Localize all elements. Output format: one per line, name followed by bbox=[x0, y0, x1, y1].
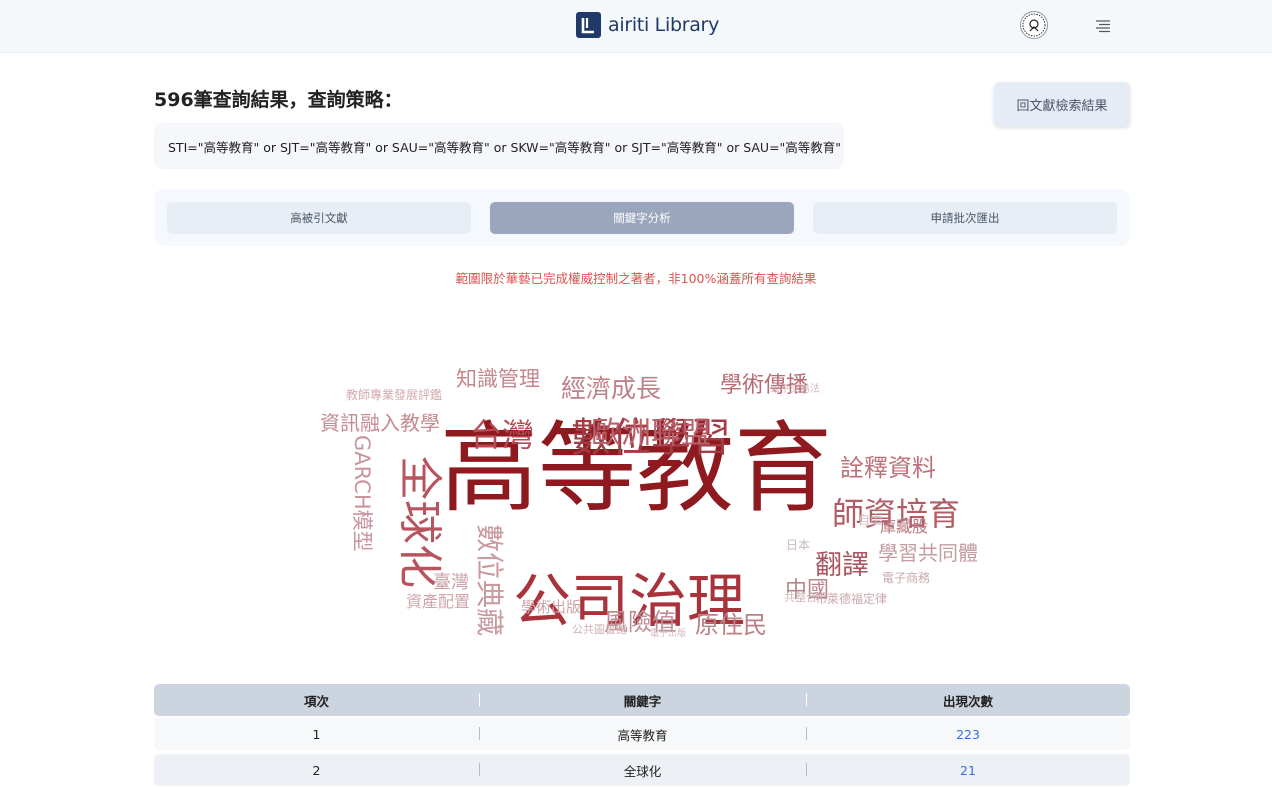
word-cloud-word[interactable]: 庫藏股 bbox=[880, 517, 928, 536]
row-count-link[interactable]: 21 bbox=[806, 763, 1130, 778]
word-cloud-word[interactable]: 數位典藏 bbox=[473, 524, 506, 636]
back-to-results-button[interactable]: 回文獻檢索結果 bbox=[994, 82, 1130, 126]
word-cloud-word[interactable]: 共整合 bbox=[784, 590, 817, 604]
word-cloud-word[interactable]: 資產配置 bbox=[406, 592, 470, 611]
word-cloud-word[interactable]: 台灣 bbox=[470, 416, 534, 454]
keyword-table: 項次 關鍵字 出現次數 1 高等教育 223 2 全球化 21 bbox=[154, 684, 1130, 786]
row-keyword: 高等教育 bbox=[479, 725, 806, 744]
word-cloud-word[interactable]: 學術出版 bbox=[521, 598, 581, 616]
word-cloud-word[interactable]: 翻譯 bbox=[815, 550, 869, 581]
library-book-icon bbox=[576, 12, 601, 38]
table-row: 2 全球化 21 bbox=[154, 754, 1130, 786]
search-strategy-text: STI="高等教育" or SJT="高等教育" or SAU="高等教育" o… bbox=[168, 139, 842, 155]
header-count: 出現次數 bbox=[806, 691, 1130, 710]
row-count-link[interactable]: 223 bbox=[806, 727, 1130, 742]
search-strategy-box: STI="高等教育" or SJT="高等教育" or SAU="高等教育" o… bbox=[154, 123, 844, 169]
word-cloud-word[interactable]: 全球化 bbox=[394, 456, 445, 588]
word-cloud-word[interactable]: 教師專業發展評鑑 bbox=[346, 387, 442, 402]
word-cloud-word[interactable]: 歐洲聯盟 bbox=[591, 416, 711, 451]
table-header: 項次 關鍵字 出現次數 bbox=[154, 684, 1130, 716]
word-cloud-word[interactable]: GARCH模型 bbox=[350, 435, 374, 552]
seal-avatar-icon[interactable] bbox=[1020, 11, 1048, 39]
word-cloud-word[interactable]: 公平交易法 bbox=[770, 382, 820, 395]
word-cloud-word[interactable]: 資訊融入教學 bbox=[320, 411, 440, 435]
function-tabs: 高被引文獻 關鍵字分析 申請批次匯出 bbox=[154, 189, 1130, 246]
coverage-notice: 範圍限於華藝已完成權威控制之著者，非100%涵蓋所有查詢結果 bbox=[455, 271, 817, 286]
logo-text: airiti Library bbox=[608, 14, 720, 36]
word-cloud-word[interactable]: 經濟成長 bbox=[561, 374, 661, 403]
tab-batch-export[interactable]: 申請批次匯出 bbox=[813, 202, 1117, 234]
word-cloud-word[interactable]: 電子商務 bbox=[882, 570, 930, 585]
word-cloud-word[interactable]: 詮釋資料 bbox=[840, 454, 936, 482]
airiti-library-logo[interactable]: airiti Library bbox=[576, 11, 719, 39]
keyword-word-cloud: 高等教育公司治理數位學習全球化台灣 歐洲聯盟經濟成長 學術傳播知識管理資訊融入教學詮… bbox=[320, 367, 978, 639]
word-cloud-word[interactable]: 電子出版 bbox=[650, 627, 686, 639]
word-cloud-word[interactable]: 知識管理 bbox=[456, 367, 540, 391]
word-cloud-word[interactable]: 日本 bbox=[786, 538, 810, 552]
seal-emblem-icon bbox=[1022, 13, 1046, 37]
row-keyword: 全球化 bbox=[479, 761, 806, 780]
header-index: 項次 bbox=[303, 693, 329, 709]
header-keyword: 關鍵字 bbox=[479, 691, 806, 710]
tab-highly-cited[interactable]: 高被引文獻 bbox=[167, 202, 471, 234]
result-count-title: 596筆查詢結果，查詢策略： bbox=[154, 89, 403, 111]
row-index: 2 bbox=[312, 762, 321, 778]
hamburger-menu-icon[interactable] bbox=[1095, 18, 1111, 34]
word-cloud-word[interactable]: 自由 bbox=[858, 513, 882, 527]
tab-keyword-analysis[interactable]: 關鍵字分析 bbox=[490, 202, 794, 234]
word-cloud-word[interactable]: 臺灣 bbox=[433, 572, 469, 593]
word-cloud-word[interactable]: 布萊德福定律 bbox=[815, 591, 887, 606]
row-index: 1 bbox=[312, 726, 321, 742]
top-header: airiti Library bbox=[0, 0, 1272, 53]
word-cloud-word[interactable]: 公共圖書館 bbox=[572, 622, 627, 636]
table-row: 1 高等教育 223 bbox=[154, 718, 1130, 750]
word-cloud-word[interactable]: 原住民 bbox=[695, 611, 767, 639]
word-cloud-word[interactable]: 學習共同體 bbox=[878, 541, 978, 565]
